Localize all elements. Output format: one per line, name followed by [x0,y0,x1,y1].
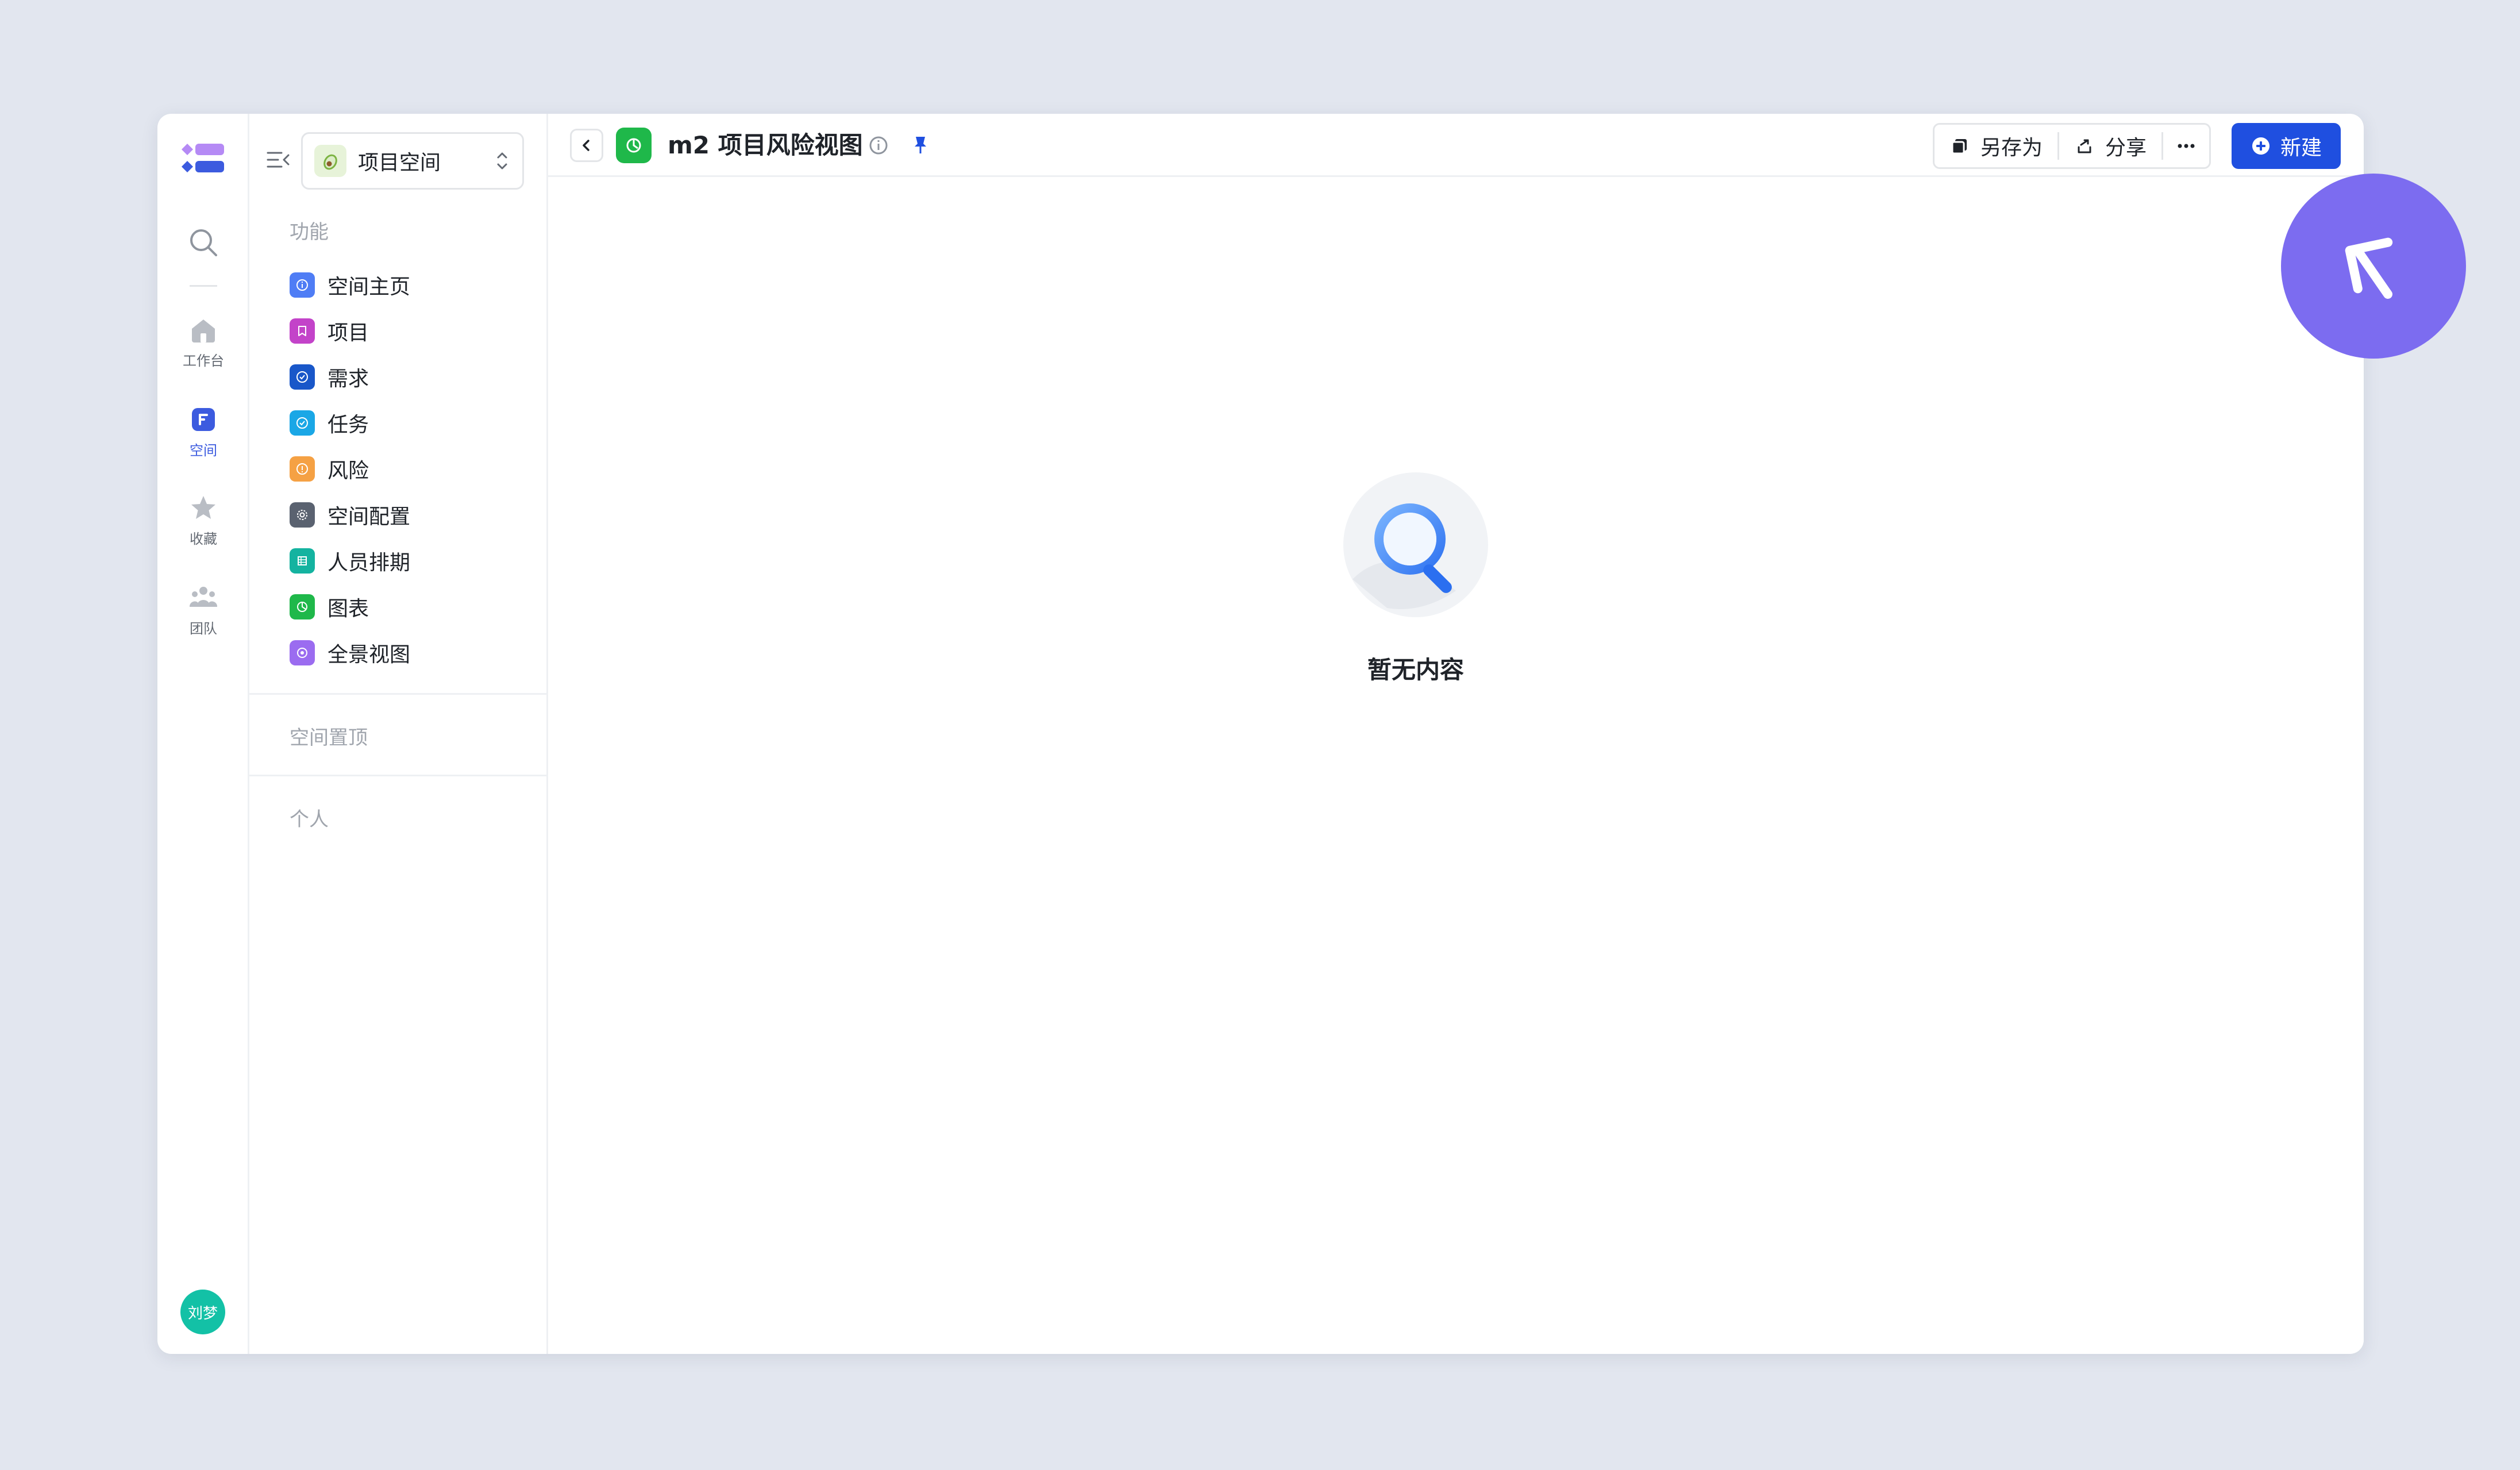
rail-item-label: 工作台 [183,353,224,369]
nav-item-label: 人员排期 [327,551,411,575]
app-logo-icon[interactable] [180,140,226,176]
empty-state-text: 暂无内容 [1367,656,1464,684]
section-label-pinned: 空间置顶 [290,726,368,749]
section-label-personal: 个人 [290,808,329,831]
space-selector[interactable]: 项目空间 [301,132,524,190]
share-icon [2078,139,2091,153]
nav-item-risks[interactable]: 风险 [290,446,410,492]
nav-item-label: 空间主页 [327,275,411,299]
search-icon[interactable] [187,226,219,259]
new-button-label: 新建 [2280,136,2322,160]
save-as-label: 另存为 [1980,136,2043,160]
rail-item-workbench[interactable]: 工作台 [157,315,249,370]
view-title: m2 项目风险视图 [668,131,863,159]
rail-item-label: 收藏 [190,531,217,547]
share-label: 分享 [2105,136,2147,160]
check-circle-icon [290,364,315,390]
task-check-icon [290,410,315,436]
nav-item-label: 图表 [327,597,369,621]
nav-item-tasks[interactable]: 任务 [290,400,410,446]
nav-item-space-home[interactable]: 空间主页 [290,262,410,308]
space-icon [192,408,215,431]
nav-item-staff-schedule[interactable]: 人员排期 [290,538,410,584]
more-button[interactable] [2163,125,2209,167]
copy-icon [1951,139,1967,155]
nav-list: 空间主页 项目 需求 任务 风险 空间配置 人员排期 图表 全景视图 [290,262,410,676]
pin-icon[interactable] [909,133,932,156]
rail-divider [190,285,217,287]
sidebar-divider [249,775,548,776]
user-avatar[interactable]: 刘梦 [180,1290,225,1334]
info-icon [290,272,315,298]
empty-state: 暂无内容 [1318,470,1513,686]
nav-item-projects[interactable]: 项目 [290,308,410,354]
team-icon [189,587,218,607]
panorama-icon [290,640,315,665]
rail-item-label: 团队 [190,621,217,637]
info-icon[interactable] [868,134,889,156]
left-rail: 工作台 空间 收藏 团队 刘梦 [157,114,249,1354]
rail-item-favorites[interactable]: 收藏 [157,493,249,548]
avocado-icon [314,145,346,177]
rail-item-label: 空间 [190,442,217,459]
nav-item-label: 风险 [327,459,369,483]
chart-view-icon [616,128,652,163]
nav-item-label: 空间配置 [327,505,411,529]
nav-item-charts[interactable]: 图表 [290,584,410,630]
nav-item-label: 任务 [327,413,369,437]
collapse-sidebar-icon[interactable] [265,147,291,172]
sidebar-divider [249,693,548,695]
nav-item-requirements[interactable]: 需求 [290,354,410,400]
home-icon [192,320,215,343]
view-actions-group: 另存为 分享 [1933,123,2211,169]
chevron-left-icon [583,140,589,151]
nav-item-label: 项目 [327,321,369,345]
space-sidebar: 项目空间 功能 空间主页 项目 需求 任务 风险 空间配置 人员排期 图表 全景… [249,114,548,1354]
section-label-features: 功能 [290,221,329,244]
nav-item-panorama-view[interactable]: 全景视图 [290,630,410,676]
chevron-up-down-icon [497,152,507,170]
plus-circle-icon [2252,137,2269,155]
nav-item-space-settings[interactable]: 空间配置 [290,492,410,538]
table-icon [290,548,315,574]
space-name: 项目空间 [358,151,441,175]
back-button[interactable] [570,129,603,162]
pie-chart-icon [290,594,315,619]
cursor-indicator [2281,174,2466,359]
magnifier-illustration-icon [1343,472,1488,617]
rail-item-space[interactable]: 空间 [157,405,249,459]
arrow-up-left-icon [2345,237,2393,299]
main-content: m2 项目风险视图 另存为 分享 新建 暂无内容 [548,114,2364,1354]
app-window: 工作台 空间 收藏 团队 刘梦 项目空间 功能 空间主页 项目 需求 任务 风险… [157,114,2364,1354]
gear-icon [290,502,315,528]
nav-item-label: 需求 [327,367,369,391]
share-button[interactable]: 分享 [2059,125,2161,167]
bookmark-icon [290,318,315,344]
more-horizontal-icon [2178,144,2195,148]
new-button[interactable]: 新建 [2232,123,2341,169]
view-header: m2 项目风险视图 另存为 分享 新建 [548,114,2364,177]
save-as-button[interactable]: 另存为 [1935,125,2057,167]
nav-item-label: 全景视图 [327,643,411,667]
star-icon [191,496,215,519]
warning-icon [290,456,315,482]
rail-item-team[interactable]: 团队 [157,583,249,637]
